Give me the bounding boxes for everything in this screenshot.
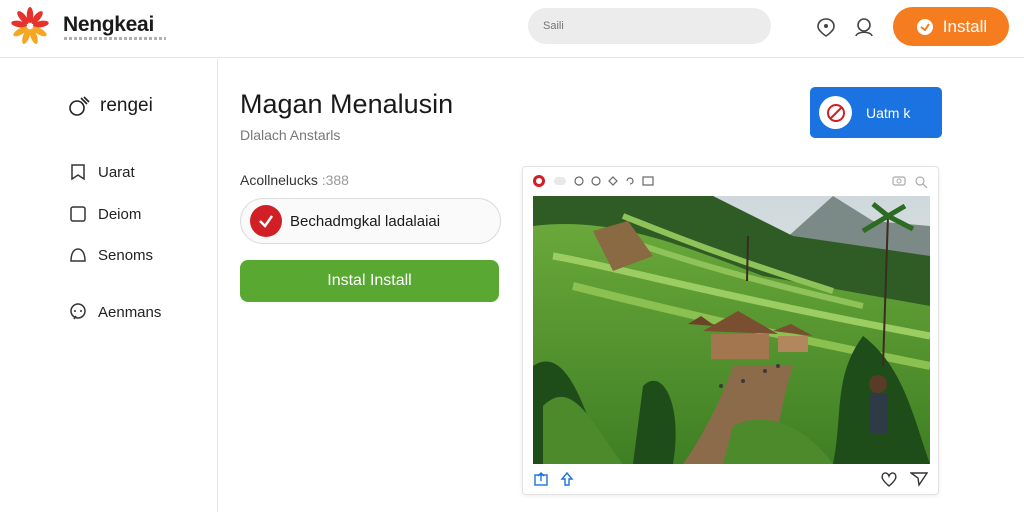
location-pin-icon[interactable] <box>815 16 837 38</box>
bookmark-icon <box>71 164 85 181</box>
search-input[interactable] <box>528 8 771 44</box>
sidebar-item-label: Senoms <box>98 246 154 264</box>
install-label: Install <box>942 16 988 36</box>
search-bar[interactable] <box>528 8 771 44</box>
sidebar-item-senoms[interactable]: Senoms <box>68 245 153 265</box>
sidebar-item-uarat[interactable]: Uarat <box>68 162 135 182</box>
brand-name[interactable]: Nengkeai <box>63 13 154 37</box>
chat-icon <box>70 303 86 320</box>
sidebar-item-aenmans[interactable]: Aenmans <box>68 302 161 322</box>
install-app-button[interactable]: Instal Install <box>240 260 499 302</box>
sidebar-item-label: Uarat <box>98 163 135 181</box>
app-badge-icon[interactable] <box>532 174 546 188</box>
top-header: Nengkeai Install <box>0 0 1024 58</box>
preview-card <box>522 166 939 495</box>
app-card[interactable]: Bechadmgkal ladalaiai <box>240 198 501 244</box>
section-label-text: Acollnelucks <box>240 172 318 188</box>
landscape-photo[interactable] <box>533 196 930 464</box>
primary-action-button[interactable]: Uatm k <box>810 87 942 138</box>
send-icon[interactable] <box>910 471 928 487</box>
brand-tagline <box>64 37 166 40</box>
sidebar-item-label: Deiom <box>98 205 142 223</box>
preview-actions <box>892 175 928 189</box>
circle-icon[interactable] <box>574 176 584 186</box>
refresh-icon[interactable] <box>591 176 601 186</box>
preview-toolbar <box>532 174 654 188</box>
install-icon <box>916 18 933 35</box>
primary-action-label: Uatm k <box>866 104 911 121</box>
sidebar-item-label: Aenmans <box>98 303 162 321</box>
page-subtitle: Dlalach Anstarls <box>240 127 341 143</box>
tag-icon[interactable] <box>553 175 567 187</box>
camera-icon[interactable] <box>892 175 906 187</box>
app-name: Bechadmgkal ladalaiai <box>290 212 441 230</box>
sidebar-item-deiom[interactable]: Deiom <box>68 204 141 224</box>
share-icon[interactable] <box>533 471 549 487</box>
upload-icon[interactable] <box>559 471 575 487</box>
section-count: :388 <box>321 172 349 188</box>
square-icon <box>70 206 86 222</box>
bell-icon <box>70 248 86 262</box>
logo-icon[interactable] <box>10 6 50 46</box>
action-badge-icon <box>819 96 852 129</box>
preview-left-actions <box>533 471 575 487</box>
image-icon[interactable] <box>642 176 654 186</box>
sidebar-title[interactable]: rengei <box>67 94 153 118</box>
sidebar-title-label: rengei <box>100 95 153 116</box>
section-label: Acollnelucks :388 <box>240 172 349 188</box>
sidebar <box>0 59 218 512</box>
pin-icon[interactable] <box>608 176 618 186</box>
undo-icon[interactable] <box>625 176 635 186</box>
search-icon[interactable] <box>914 175 928 189</box>
preview-right-actions <box>880 471 928 487</box>
heart-icon[interactable] <box>880 471 898 487</box>
app-icon <box>250 205 282 237</box>
user-icon[interactable] <box>853 16 875 38</box>
app-glyph-icon <box>69 96 90 116</box>
install-button[interactable]: Install <box>893 7 1009 46</box>
page-title: Magan Menalusin <box>240 89 454 119</box>
